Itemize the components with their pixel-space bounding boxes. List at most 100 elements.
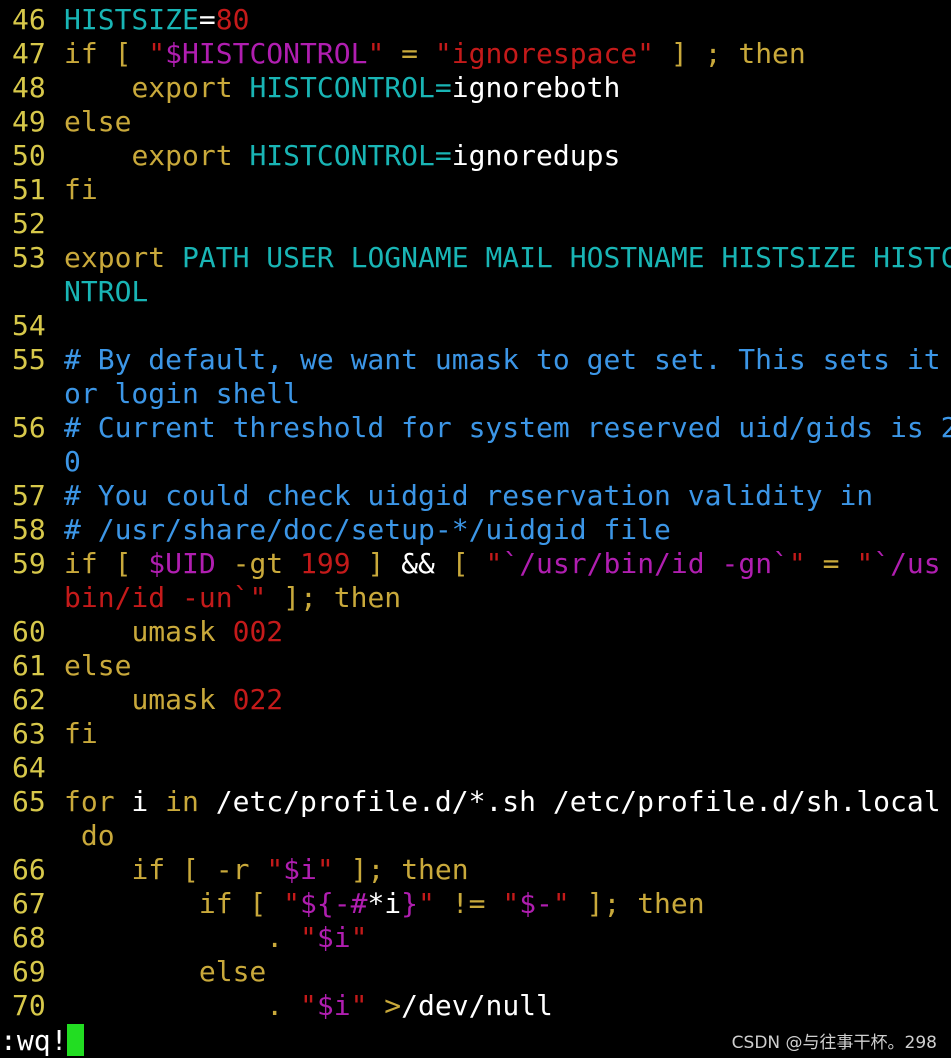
line-number: 49 (12, 105, 46, 138)
code-token: " (856, 547, 874, 580)
line-number: 65 (12, 785, 46, 818)
code-token: 199 (300, 547, 351, 580)
code-line[interactable]: 61 else (0, 649, 951, 683)
code-token: . (266, 989, 301, 1022)
vim-editor-buffer[interactable]: 46 HISTSIZE=80 47 if [ "$HISTCONTROL" = "ig… (0, 3, 951, 1023)
line-number: 56 (12, 411, 46, 444)
code-line[interactable]: 64 (0, 751, 951, 785)
code-line[interactable]: 68 . "$i" (0, 921, 951, 955)
code-token: 022 (232, 683, 284, 716)
line-number: 57 (12, 479, 46, 512)
code-token: for (64, 785, 115, 818)
code-line[interactable]: 62 umask 022 (0, 683, 951, 717)
code-line[interactable]: 60 umask 002 (0, 615, 951, 649)
code-line[interactable]: 67 if [ "${-#*i}" != "$-" ]; then (0, 887, 951, 921)
code-line[interactable]: 63 fi (0, 717, 951, 751)
code-token: " (300, 921, 317, 954)
line-number: 46 (12, 3, 46, 36)
line-number: 68 (12, 921, 46, 954)
code-line[interactable]: 48 export HISTCONTROL=ignoreboth (0, 71, 951, 105)
code-token: " (266, 853, 284, 886)
code-line[interactable]: bin/id -un`" ]; then (0, 581, 951, 615)
code-token: ignoredups (451, 139, 621, 172)
code-token: = (805, 547, 857, 580)
code-token: /etc/profile.d/*.sh /etc/profile.d/sh.lo… (198, 785, 941, 818)
code-token: " (300, 989, 317, 1022)
code-token: $i (283, 853, 317, 886)
vim-command-line[interactable]: :wq! (0, 1024, 85, 1058)
code-line[interactable]: 66 if [ -r "$i" ]; then (0, 853, 951, 887)
code-token: = (198, 3, 216, 36)
code-token: bin/id -un` (64, 581, 250, 614)
line-number: 64 (12, 751, 46, 784)
code-token: umask (131, 683, 216, 716)
code-line[interactable]: 57 # You could check uidgid reservation v… (0, 479, 951, 513)
code-token: " (283, 887, 301, 920)
code-token: # You could check uidgid reservation val… (64, 479, 874, 512)
code-line[interactable]: 70 . "$i" >/dev/null (0, 989, 951, 1023)
code-line[interactable]: 58 # /usr/share/doc/setup-*/uidgid file (0, 513, 951, 547)
code-token: " (316, 853, 334, 886)
code-line[interactable]: 51 fi (0, 173, 951, 207)
code-token: -gt (215, 547, 301, 580)
line-number: 62 (12, 683, 46, 716)
code-line[interactable]: 65 for i in /etc/profile.d/*.sh /etc/prof… (0, 785, 951, 819)
code-line[interactable]: 49 else (0, 105, 951, 139)
line-number: 47 (12, 37, 46, 70)
code-token: export (131, 71, 233, 104)
code-line[interactable]: 47 if [ "$HISTCONTROL" = "ignorespace" ] … (0, 37, 951, 71)
line-number: 63 (12, 717, 46, 750)
code-token: export (64, 241, 166, 274)
line-number: 58 (12, 513, 46, 546)
code-token: then (401, 853, 469, 886)
code-line[interactable]: do (0, 819, 951, 853)
code-token: NTROL (64, 275, 149, 308)
watermark: CSDN @与往事干杯。298 (731, 1033, 937, 1053)
code-line[interactable]: 59 if [ $UID -gt 199 ] && [ "`/usr/bin/id… (0, 547, 951, 581)
code-token: [ (97, 37, 149, 70)
code-line[interactable]: 0 (0, 445, 951, 479)
code-token: HISTSIZE (64, 3, 199, 36)
code-token: if (198, 887, 233, 920)
code-token: ]; (266, 581, 334, 614)
code-token: export (131, 139, 233, 172)
code-token: HISTCONTROL= (249, 71, 452, 104)
code-token: > (367, 989, 402, 1022)
code-token: else (64, 649, 132, 682)
code-line[interactable]: or login shell (0, 377, 951, 411)
code-token: 80 (215, 3, 250, 36)
line-number: 70 (12, 989, 46, 1022)
code-token: HISTCONTROL= (249, 139, 452, 172)
code-token: fi (64, 717, 98, 750)
text-cursor (67, 1024, 85, 1056)
code-token: [ (97, 547, 149, 580)
code-line[interactable]: 53 export PATH USER LOGNAME MAIL HOSTNAME… (0, 241, 951, 275)
code-token: " (502, 887, 520, 920)
code-line[interactable]: 55 # By default, we want umask to get set… (0, 343, 951, 377)
code-token: " (485, 547, 503, 580)
code-line[interactable]: 69 else (0, 955, 951, 989)
code-token: `/usr/bin/id -gn` (502, 547, 789, 580)
code-line[interactable]: 56 # Current threshold for system reserve… (0, 411, 951, 445)
code-line[interactable]: 52 (0, 207, 951, 241)
code-token: # By default, we want umask to get set. … (64, 343, 941, 376)
code-token: -r (215, 853, 267, 886)
code-token: " (552, 887, 570, 920)
code-line[interactable]: 50 export HISTCONTROL=ignoredups (0, 139, 951, 173)
code-token: # Current threshold for system reserved … (64, 411, 951, 444)
code-line[interactable]: NTROL (0, 275, 951, 309)
code-token: ]; (569, 887, 638, 920)
code-token: PATH USER LOGNAME MAIL HOSTNAME HISTSIZE… (165, 241, 951, 274)
code-token: " (350, 989, 368, 1022)
code-line[interactable]: 46 HISTSIZE=80 (0, 3, 951, 37)
code-line[interactable]: 54 (0, 309, 951, 343)
terminal-window[interactable]: 46 HISTSIZE=80 47 if [ "$HISTCONTROL" = "ig… (0, 0, 951, 1058)
code-token: [ (232, 887, 284, 920)
